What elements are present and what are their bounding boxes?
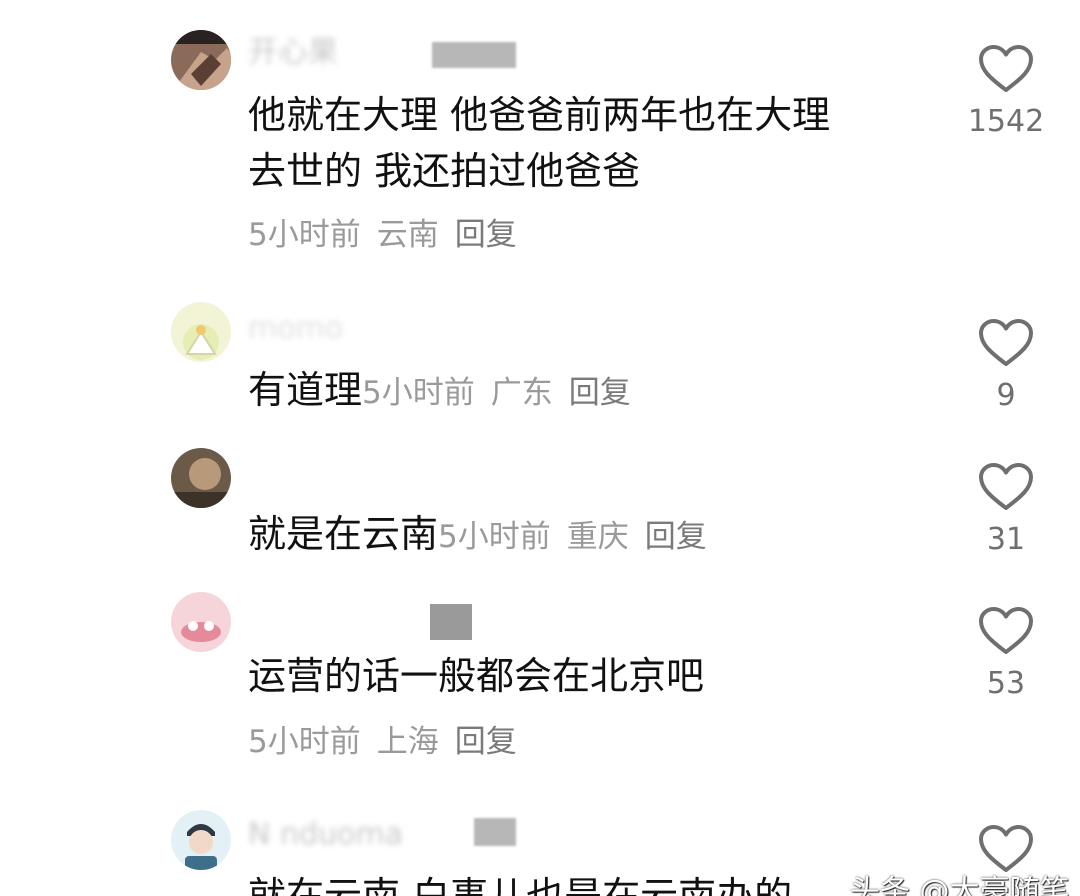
like-count: 9 <box>996 378 1016 413</box>
like-button[interactable]: 1542 <box>966 44 1046 140</box>
like-count: 53 <box>986 666 1026 701</box>
comment-location: 云南 <box>376 217 439 253</box>
comment-location: 广东 <box>490 375 553 411</box>
like-button[interactable]: 53 <box>966 606 1046 702</box>
comment-meta: 5小时前 上海 回复 <box>248 722 517 762</box>
like-button[interactable]: 31 <box>966 462 1046 558</box>
avatar-image <box>171 30 231 90</box>
like-button[interactable]: 9 <box>966 318 1046 414</box>
username-redaction <box>432 42 516 68</box>
comment-time: 5小时前 <box>438 519 551 555</box>
comment-item: 运营的话一般都会在北京吧 5小时前 上海 回复 53 <box>0 590 1080 790</box>
comment-time: 5小时前 <box>362 375 475 411</box>
avatar[interactable] <box>171 30 231 90</box>
username[interactable]: N nduoma <box>248 820 403 850</box>
avatar-image <box>171 448 231 508</box>
reply-button[interactable]: 回复 <box>569 375 631 411</box>
comment-location: 上海 <box>376 724 439 760</box>
avatar[interactable] <box>171 302 231 362</box>
comment-location: 重庆 <box>566 519 629 555</box>
username-redaction <box>430 604 472 640</box>
reply-button[interactable]: 回复 <box>645 519 707 555</box>
comment-text: 就在云南 白事儿也是在云南办的 <box>248 874 793 896</box>
comment-time: 5小时前 <box>248 724 361 760</box>
comment-item: momo 有道理5小时前 广东 回复 9 <box>0 290 1080 430</box>
comment-meta: 5小时前 云南 回复 <box>248 215 517 255</box>
heart-outline-icon <box>979 463 1033 510</box>
reply-button[interactable]: 回复 <box>455 724 517 760</box>
username[interactable]: 开心果 <box>248 38 338 68</box>
username-redaction <box>474 818 516 846</box>
comment-text: 就是在云南5小时前 重庆 回复 <box>248 512 707 556</box>
comment-time: 5小时前 <box>248 217 361 253</box>
comment-list: 开心果 他就在大理 他爸爸前两年也在大理 去世的 我还拍过他爸爸 5小时前 云南回… <box>0 0 1080 896</box>
reply-button[interactable]: 回复 <box>455 217 517 253</box>
avatar-image <box>171 302 231 362</box>
watermark: 头条 @大豪随笔 <box>850 874 1070 896</box>
like-count: 31 <box>986 522 1026 557</box>
avatar[interactable] <box>171 448 231 508</box>
username[interactable]: momo <box>248 314 343 344</box>
comment-text: 运营的话一般都会在北京吧 <box>248 654 705 698</box>
comment-text: 有道理5小时前 广东 回复 <box>248 368 631 412</box>
heart-outline-icon <box>979 319 1033 366</box>
avatar[interactable] <box>171 592 231 652</box>
comment-item: 就是在云南5小时前 重庆 回复 31 <box>0 440 1080 580</box>
avatar[interactable] <box>171 810 231 870</box>
avatar-image <box>171 592 231 652</box>
avatar-image <box>171 810 231 870</box>
like-count: 1542 <box>967 104 1045 139</box>
heart-outline-icon <box>979 607 1033 654</box>
comment-item: 开心果 他就在大理 他爸爸前两年也在大理 去世的 我还拍过他爸爸 5小时前 云南回… <box>0 0 1080 280</box>
comment-text: 他就在大理 他爸爸前两年也在大理 去世的 我还拍过他爸爸 <box>248 93 831 193</box>
heart-outline-icon <box>979 45 1033 92</box>
